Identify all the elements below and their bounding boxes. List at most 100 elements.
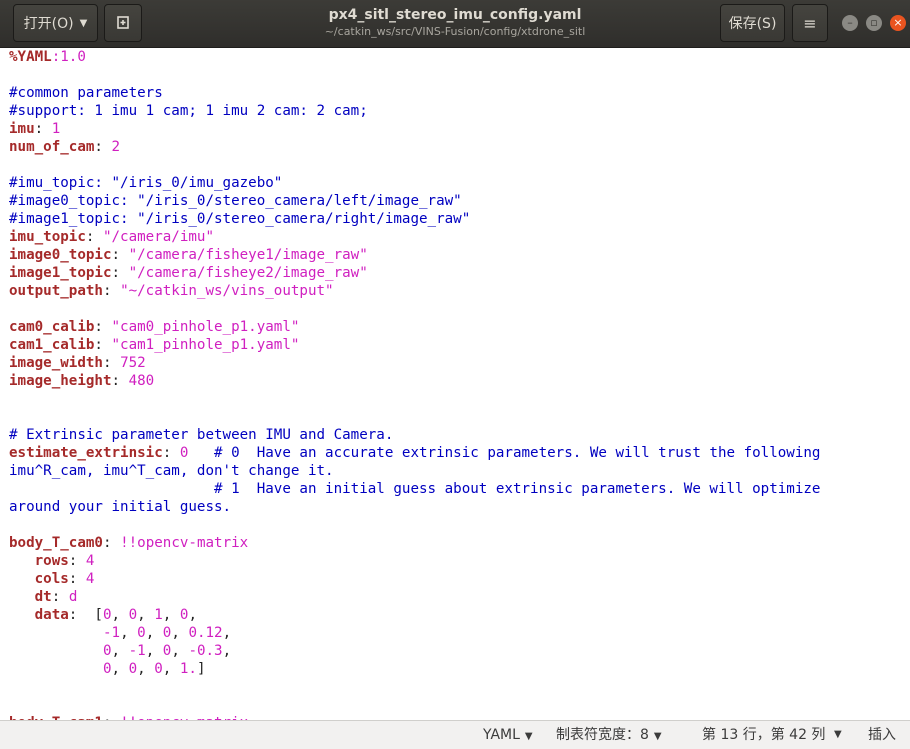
code-token: cols bbox=[34, 571, 69, 587]
code-token: :1.0 bbox=[51, 49, 86, 65]
hamburger-menu-button[interactable]: ≡ bbox=[792, 4, 828, 42]
code-token: : bbox=[34, 121, 52, 137]
window-title-block: px4_sitl_stereo_imu_config.yaml ~/catkin… bbox=[250, 6, 660, 39]
code-token: : bbox=[94, 319, 112, 335]
window-title: px4_sitl_stereo_imu_config.yaml bbox=[328, 7, 582, 23]
minimize-icon[interactable]: – bbox=[842, 15, 858, 31]
code-token: : bbox=[102, 283, 121, 299]
code-line: around your initial guess. bbox=[9, 498, 231, 516]
code-token: "cam0_pinhole_p1.yaml" bbox=[111, 319, 300, 335]
code-token: "~/catkin_ws/vins_output" bbox=[120, 283, 334, 299]
code-token: image1_topic bbox=[9, 265, 112, 281]
code-token: # 1 Have an initial guess about extrinsi… bbox=[214, 481, 821, 497]
code-token: 1 bbox=[51, 121, 61, 137]
code-token: : bbox=[102, 355, 121, 371]
code-token: 752 bbox=[120, 355, 146, 371]
cursor-position-selector[interactable]: 第 13 行，第 42 列 bbox=[702, 726, 825, 744]
tab-width-selector[interactable]: 制表符宽度：8 ▼ bbox=[556, 726, 662, 746]
code-token: , bbox=[111, 661, 129, 677]
code-token: : bbox=[111, 265, 129, 281]
code-token: estimate_extrinsic bbox=[9, 445, 163, 461]
code-token: 0 bbox=[102, 661, 112, 677]
code-line: cam0_calib: "cam0_pinhole_p1.yaml" bbox=[9, 318, 299, 336]
code-token: , bbox=[222, 625, 232, 641]
code-line: imu_topic: "/camera/imu" bbox=[9, 228, 214, 246]
code-token: : bbox=[94, 337, 112, 353]
insert-mode-indicator[interactable]: 插入 bbox=[868, 726, 896, 744]
chevron-down-icon[interactable]: ▼ bbox=[834, 726, 842, 744]
code-token: , bbox=[222, 643, 232, 659]
code-token: "/camera/imu" bbox=[102, 229, 215, 245]
code-token: , bbox=[171, 643, 189, 659]
code-token: output_path bbox=[9, 283, 103, 299]
code-line: body_T_cam0: !!opencv-matrix bbox=[9, 534, 248, 552]
code-token: #image1_topic: "/iris_0/stereo_camera/ri… bbox=[9, 211, 471, 227]
code-token: data bbox=[34, 607, 69, 623]
cursor-position-label: 第 13 行，第 42 列 bbox=[702, 727, 826, 743]
close-icon[interactable]: × bbox=[890, 15, 906, 31]
code-token: : bbox=[94, 139, 112, 155]
code-line: 0, -1, 0, -0.3, bbox=[9, 642, 231, 660]
code-token: # Extrinsic parameter between IMU and Ca… bbox=[9, 427, 394, 443]
code-token: , bbox=[162, 607, 180, 623]
code-token: dt bbox=[34, 589, 52, 605]
language-label: YAML bbox=[483, 727, 520, 743]
save-button[interactable]: 保存(S) bbox=[720, 4, 785, 42]
save-button-label: 保存(S) bbox=[728, 16, 777, 32]
code-token: 2 bbox=[111, 139, 121, 155]
new-document-icon bbox=[117, 16, 129, 29]
maximize-icon[interactable]: ▫ bbox=[866, 15, 882, 31]
code-token: !! bbox=[120, 535, 138, 551]
code-token: ] bbox=[196, 661, 206, 677]
code-token: num_of_cam bbox=[9, 139, 95, 155]
new-document-button[interactable] bbox=[104, 4, 142, 42]
code-token: imu bbox=[9, 121, 35, 137]
code-token: 0 bbox=[137, 625, 146, 641]
open-button[interactable]: 打开(O) ▼ bbox=[13, 4, 98, 42]
code-line: cam1_calib: "cam1_pinhole_p1.yaml" bbox=[9, 336, 299, 354]
code-token: , bbox=[188, 607, 197, 623]
code-token: rows bbox=[34, 553, 69, 569]
code-line: imu: 1 bbox=[9, 120, 60, 138]
code-token: 4 bbox=[85, 553, 95, 569]
code-line: image_height: 480 bbox=[9, 372, 154, 390]
code-token: around your initial guess. bbox=[9, 499, 232, 515]
code-token: : bbox=[102, 535, 121, 551]
code-line: #imu_topic: "/iris_0/imu_gazebo" bbox=[9, 174, 282, 192]
code-token: opencv-matrix bbox=[137, 535, 249, 551]
code-token: #support: 1 imu 1 cam; 1 imu 2 cam: 2 ca… bbox=[9, 103, 368, 119]
tab-width-label: 制表符宽度：8 bbox=[556, 727, 649, 743]
code-line: #image1_topic: "/iris_0/stereo_camera/ri… bbox=[9, 210, 470, 228]
status-bar: YAML ▼ 制表符宽度：8 ▼ 第 13 行，第 42 列 ▼ 插入 bbox=[0, 720, 910, 749]
code-token: : bbox=[68, 553, 86, 569]
code-token: # 0 Have an accurate extrinsic parameter… bbox=[214, 445, 821, 461]
code-token: 0 bbox=[128, 661, 138, 677]
code-line: imu^R_cam, imu^T_cam, don't change it. bbox=[9, 462, 334, 480]
code-token: -0.3 bbox=[188, 643, 223, 659]
code-token: , bbox=[111, 643, 129, 659]
code-token: , bbox=[145, 625, 163, 641]
code-line: estimate_extrinsic: 0 # 0 Have an accura… bbox=[9, 444, 820, 462]
code-line: #image0_topic: "/iris_0/stereo_camera/le… bbox=[9, 192, 462, 210]
code-line: data: [0, 0, 1, 0, bbox=[9, 606, 197, 624]
code-token: d bbox=[68, 589, 78, 605]
code-line: image0_topic: "/camera/fisheye1/image_ra… bbox=[9, 246, 368, 264]
language-selector[interactable]: YAML ▼ bbox=[483, 726, 533, 746]
code-token: , bbox=[111, 607, 129, 623]
code-line: %YAML:1.0 bbox=[9, 48, 86, 66]
text-editor[interactable]: %YAML:1.0 #common parameters #support: 1 i… bbox=[0, 48, 910, 720]
chevron-down-icon: ▼ bbox=[653, 731, 662, 742]
code-token: #image0_topic: "/iris_0/stereo_camera/le… bbox=[9, 193, 462, 209]
code-token: %YAML bbox=[9, 49, 52, 65]
chevron-down-icon: ▼ bbox=[79, 17, 88, 29]
code-token: : bbox=[111, 247, 129, 263]
code-token: : bbox=[68, 571, 86, 587]
code-token: image_height bbox=[9, 373, 112, 389]
code-token: 1. bbox=[179, 661, 197, 677]
code-line: # Extrinsic parameter between IMU and Ca… bbox=[9, 426, 393, 444]
code-token: "/camera/fisheye2/image_raw" bbox=[128, 265, 368, 281]
